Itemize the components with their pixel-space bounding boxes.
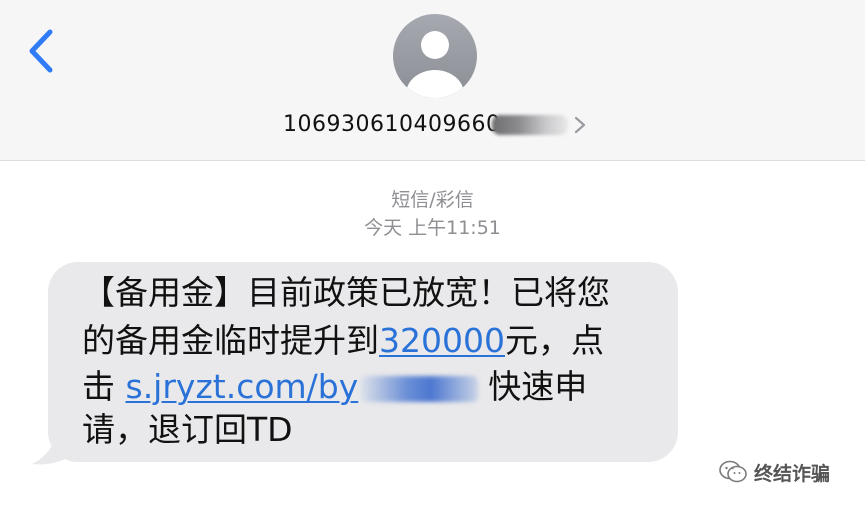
message-line-2-prefix: 的备用金临时提升到 — [82, 321, 379, 360]
message-line-2-suffix: 元，点 — [504, 321, 604, 360]
conversation-header: 106930610409660 — [0, 0, 865, 161]
message-line-4: 请，退订回TD — [82, 410, 293, 449]
chevron-right-icon — [574, 116, 586, 134]
message-line-3-suffix: 快速申 — [488, 367, 588, 406]
url-link[interactable]: s.jryzt.com/by — [126, 367, 359, 406]
person-silhouette-icon — [406, 31, 464, 98]
message-line-3-prefix: 击 — [82, 367, 126, 406]
wechat-icon — [719, 460, 747, 483]
contact-info-row[interactable]: 106930610409660 — [0, 109, 865, 143]
chevron-left-icon — [29, 29, 53, 73]
message-line-2: 的备用金临时提升到320000元，点 — [82, 321, 604, 361]
watermark-text: 终结诈骗 — [754, 462, 831, 485]
avatar[interactable] — [393, 14, 477, 98]
redacted-number-part — [492, 115, 568, 135]
message-line-3: 击 s.jryzt.com/by 快速申 — [82, 367, 587, 407]
message-line-1: 【备用金】目前政策已放宽！已将您 — [82, 273, 610, 312]
amount-link[interactable]: 320000 — [379, 321, 505, 360]
back-button[interactable] — [22, 26, 62, 76]
watermark: 终结诈骗 — [718, 455, 830, 489]
contact-number: 106930610409660 — [283, 112, 500, 138]
redacted-url-part — [360, 375, 479, 402]
contact-number-text: 10693061040966 — [283, 112, 486, 137]
sms-conversation-screen: 106930610409660 短信/彩信 今天 上午11:51 【备用金】目前… — [0, 0, 865, 509]
message-type-label: 短信/彩信 — [391, 189, 474, 211]
message-timestamp: 今天 上午11:51 — [364, 217, 501, 239]
